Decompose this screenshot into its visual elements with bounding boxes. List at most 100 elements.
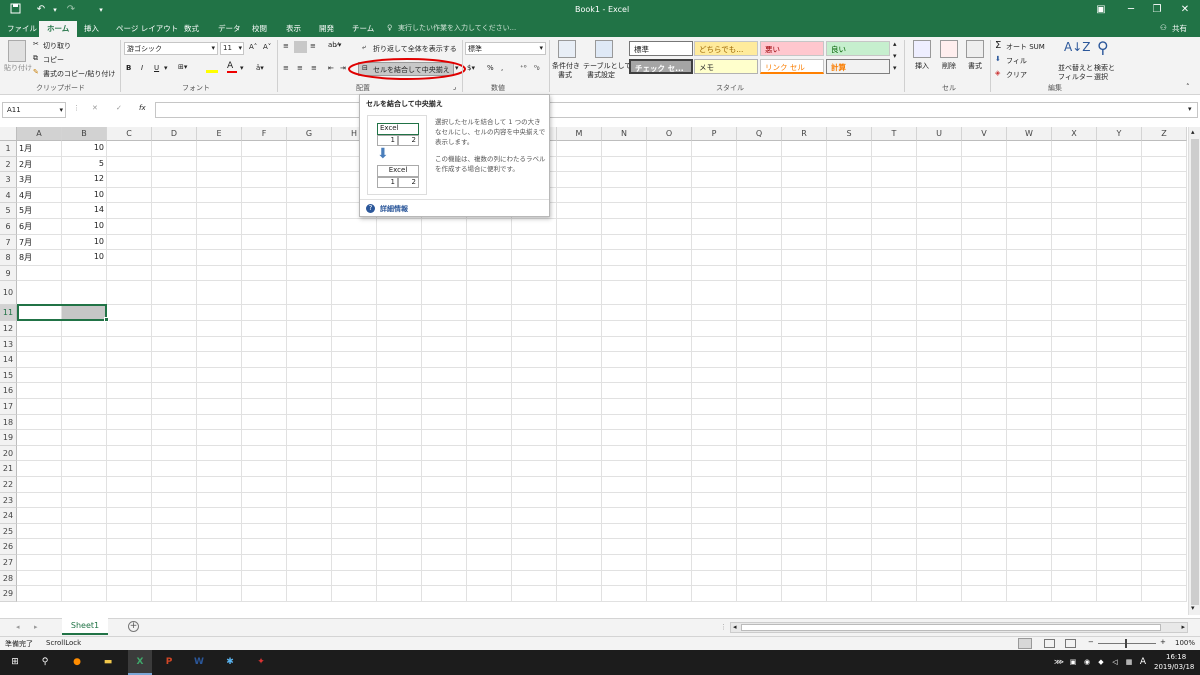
scroll-thumb[interactable] bbox=[1191, 139, 1199, 605]
powerpoint-icon[interactable]: P bbox=[160, 654, 178, 671]
scroll-thumb[interactable] bbox=[741, 624, 1161, 631]
scroll-right-icon[interactable]: ▸ bbox=[1181, 623, 1185, 631]
normal-view-icon[interactable] bbox=[1018, 638, 1032, 649]
column-header[interactable]: E bbox=[197, 127, 242, 141]
undo-icon[interactable]: ↶ bbox=[34, 3, 48, 17]
scroll-left-icon[interactable]: ◂ bbox=[733, 623, 737, 631]
cell-b3[interactable]: 12 bbox=[62, 174, 104, 183]
scroll-up-icon[interactable]: ▴ bbox=[893, 40, 897, 48]
search-icon[interactable]: ⚲ bbox=[36, 654, 54, 671]
cell-a3[interactable]: 3月 bbox=[19, 174, 32, 185]
tab-file[interactable]: ファイル bbox=[7, 23, 37, 34]
app-icon[interactable]: ✱ bbox=[221, 654, 239, 671]
chevron-down-icon[interactable]: ▾ bbox=[164, 64, 168, 72]
conditional-format-icon[interactable] bbox=[558, 40, 576, 58]
italic-button[interactable]: I bbox=[141, 64, 143, 72]
column-header[interactable]: D bbox=[152, 127, 197, 141]
align-middle-icon[interactable] bbox=[294, 41, 307, 53]
fill-button[interactable]: フィル bbox=[1006, 56, 1027, 66]
add-sheet-icon[interactable]: + bbox=[128, 621, 139, 632]
column-header[interactable]: Q bbox=[737, 127, 782, 141]
insert-function-button[interactable]: fx bbox=[139, 104, 146, 112]
scroll-up-icon[interactable]: ▴ bbox=[1191, 128, 1195, 136]
sort-filter-icon[interactable]: A↓Z bbox=[1064, 40, 1090, 54]
grow-font-icon[interactable]: A˄ bbox=[249, 43, 257, 51]
decrease-decimal-icon[interactable]: ⁰₀ bbox=[534, 64, 540, 72]
row-header[interactable]: 23 bbox=[0, 492, 17, 509]
clock-date[interactable]: 2019/03/18 bbox=[1154, 663, 1194, 671]
row-header[interactable]: 5 bbox=[0, 203, 17, 219]
page-layout-view-icon[interactable] bbox=[1044, 639, 1055, 648]
style-neutral[interactable]: どちらでも... bbox=[694, 41, 758, 56]
cell-b4[interactable]: 10 bbox=[62, 190, 104, 199]
style-linked-cell[interactable]: リンク セル bbox=[760, 59, 824, 74]
cell-a7[interactable]: 7月 bbox=[19, 237, 32, 248]
copy-icon[interactable]: ⧉ bbox=[33, 54, 38, 63]
horizontal-scrollbar[interactable]: ◂ ▸ bbox=[730, 622, 1188, 633]
tab-formulas[interactable]: 数式 bbox=[184, 23, 199, 34]
column-header[interactable]: V bbox=[962, 127, 1007, 141]
minimize-icon[interactable]: ─ bbox=[1124, 3, 1138, 17]
row-header[interactable]: 13 bbox=[0, 336, 17, 353]
style-good[interactable]: 良い bbox=[826, 41, 890, 56]
cell-a8[interactable]: 8月 bbox=[19, 252, 32, 263]
cell-b6[interactable]: 10 bbox=[62, 221, 104, 230]
windows-start-icon[interactable]: ⊞ bbox=[6, 654, 24, 671]
enter-icon[interactable]: ✓ bbox=[116, 104, 122, 112]
row-header[interactable]: 17 bbox=[0, 399, 17, 415]
insert-cells-button[interactable]: 挿入 bbox=[915, 61, 929, 71]
row-header[interactable]: 20 bbox=[0, 445, 17, 462]
column-header[interactable]: P bbox=[692, 127, 737, 141]
row-header[interactable]: 14 bbox=[0, 352, 17, 368]
row-header[interactable]: 6 bbox=[0, 219, 17, 235]
row-header[interactable]: 7 bbox=[0, 234, 17, 251]
fill-color-icon[interactable] bbox=[206, 63, 218, 73]
clock-time[interactable]: 16:18 bbox=[1166, 653, 1186, 661]
expand-formula-icon[interactable]: ▾ bbox=[1188, 105, 1192, 113]
column-header[interactable]: A bbox=[17, 127, 62, 141]
phonetic-icon[interactable]: ǎ▾ bbox=[256, 64, 264, 72]
zoom-slider[interactable] bbox=[1098, 643, 1156, 644]
tab-view[interactable]: 表示 bbox=[286, 23, 301, 34]
increase-indent-icon[interactable]: ⇥ bbox=[340, 64, 346, 72]
row-header[interactable]: 26 bbox=[0, 539, 17, 555]
row-header[interactable]: 10 bbox=[0, 281, 17, 306]
orientation-icon[interactable]: ab⁄▾ bbox=[328, 41, 341, 49]
align-bottom-icon[interactable]: ≡ bbox=[310, 42, 316, 50]
autosum-icon[interactable]: Σ bbox=[995, 40, 1001, 51]
column-header[interactable]: N bbox=[602, 127, 647, 141]
row-header[interactable]: 21 bbox=[0, 461, 17, 477]
format-as-table-icon[interactable] bbox=[595, 40, 613, 58]
decrease-indent-icon[interactable]: ⇤ bbox=[328, 64, 334, 72]
percent-button[interactable]: % bbox=[487, 64, 494, 72]
align-left-icon[interactable]: ≡ bbox=[283, 64, 289, 72]
format-cells-icon[interactable] bbox=[966, 40, 984, 58]
collapse-ribbon-icon[interactable]: ˄ bbox=[1186, 83, 1190, 91]
tab-insert[interactable]: 挿入 bbox=[84, 23, 99, 34]
row-header[interactable]: 11 bbox=[0, 305, 17, 321]
clear-icon[interactable]: ◈ bbox=[995, 69, 1000, 77]
row-header[interactable]: 24 bbox=[0, 508, 17, 524]
column-header[interactable]: Y bbox=[1097, 127, 1142, 141]
firefox-icon[interactable]: ● bbox=[68, 654, 86, 671]
number-format-select[interactable]: 標準 ▾ bbox=[465, 42, 546, 55]
bold-button[interactable]: B bbox=[126, 64, 131, 72]
cut-icon[interactable]: ✂ bbox=[33, 40, 39, 48]
share-button[interactable]: 共有 bbox=[1172, 23, 1187, 34]
column-header[interactable]: G bbox=[287, 127, 332, 141]
style-note[interactable]: メモ bbox=[694, 59, 758, 74]
vertical-scrollbar[interactable]: ▴ ▾ bbox=[1188, 127, 1200, 615]
increase-decimal-icon[interactable]: ⁺⁰ bbox=[520, 64, 527, 72]
tab-home[interactable]: ホーム bbox=[39, 21, 78, 37]
column-header[interactable]: T bbox=[872, 127, 917, 141]
cell-b1[interactable]: 10 bbox=[62, 143, 104, 152]
underline-button[interactable]: U bbox=[154, 64, 159, 72]
row-header[interactable]: 28 bbox=[0, 570, 17, 587]
scroll-down-icon[interactable]: ▾ bbox=[893, 52, 897, 60]
dialog-launcher-icon[interactable]: ⌟ bbox=[453, 83, 456, 91]
app-icon[interactable]: ✦ bbox=[252, 654, 270, 671]
tab-team[interactable]: チーム bbox=[352, 23, 374, 34]
row-header[interactable]: 16 bbox=[0, 383, 17, 399]
column-header[interactable]: M bbox=[557, 127, 602, 141]
row-header[interactable]: 27 bbox=[0, 555, 17, 571]
